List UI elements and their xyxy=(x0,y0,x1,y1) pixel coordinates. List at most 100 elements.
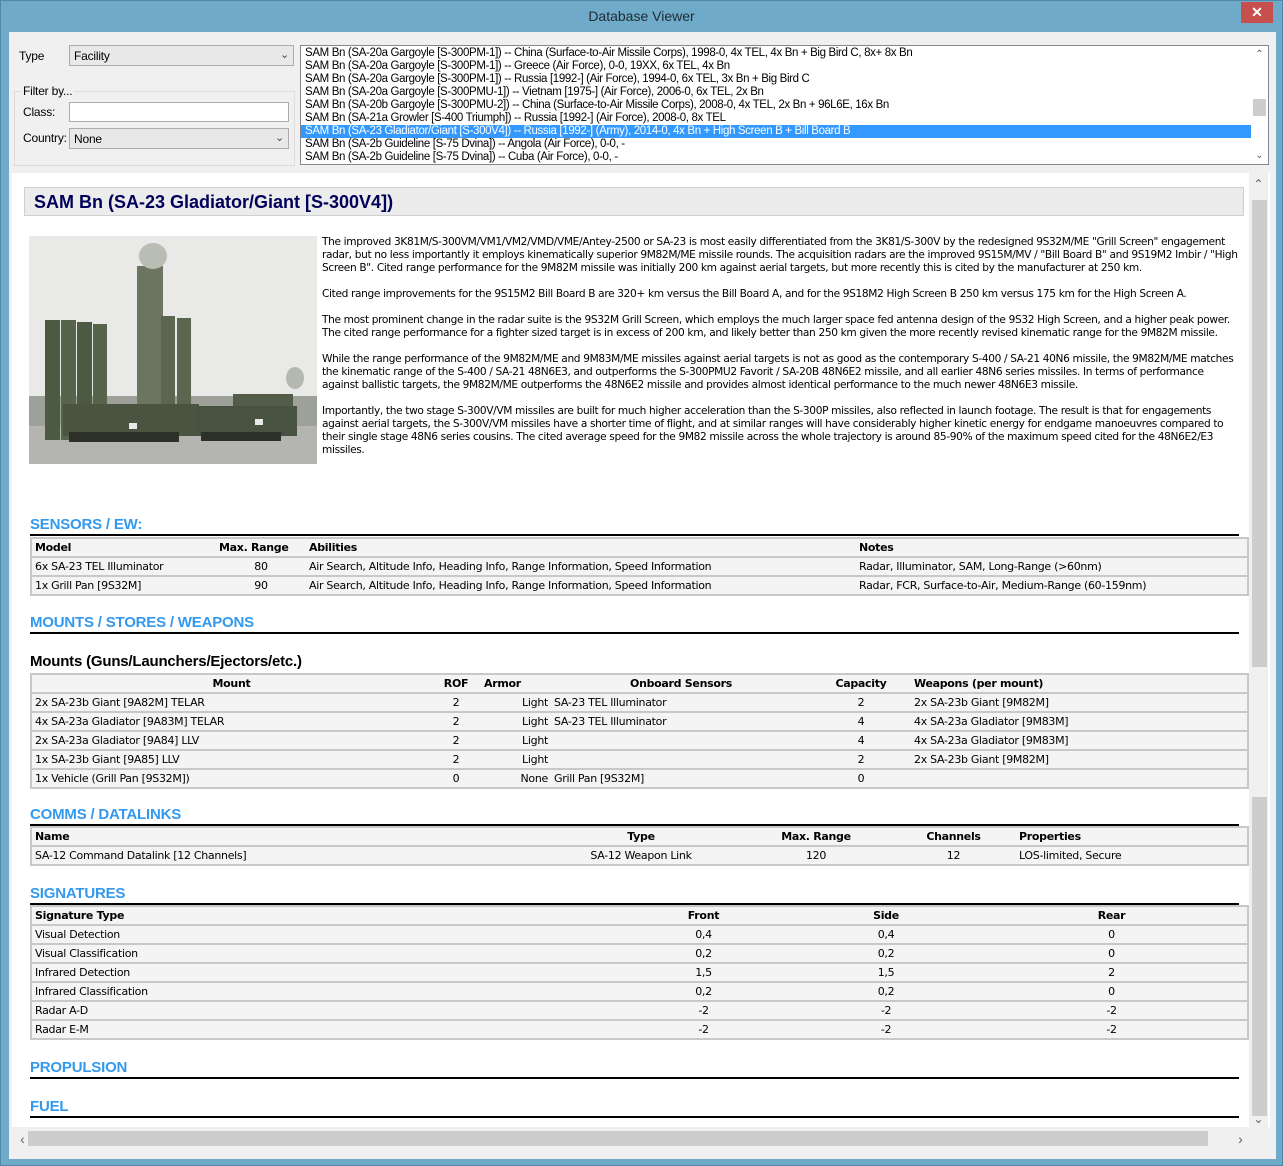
table-cell: 12 xyxy=(891,846,1016,865)
results-listbox[interactable]: SAM Bn (SA-20a Gargoyle [S-300PM-1]) -- … xyxy=(300,45,1269,165)
table-cell: 2 xyxy=(431,731,481,751)
table-cell: 1,5 xyxy=(611,963,796,983)
scroll-thumb[interactable] xyxy=(28,1131,1208,1146)
column-header: Name xyxy=(31,827,541,847)
result-list-item[interactable]: SAM Bn (SA-20a Gargoyle [S-300PM-1]) -- … xyxy=(301,73,1251,86)
table-cell: 4x SA-23a Gladiator [9A83M] TELAR xyxy=(31,712,431,732)
table-cell: Light xyxy=(481,693,551,713)
scroll-track-segment[interactable] xyxy=(1252,797,1267,1116)
table-cell: Grill Pan [9S32M] xyxy=(551,769,811,788)
country-label: Country: xyxy=(23,131,67,145)
column-header: Side xyxy=(796,906,976,926)
database-viewer-window: Database Viewer ✕ Type Facility ⌄ Filter… xyxy=(0,0,1283,1166)
scroll-right-icon[interactable]: › xyxy=(1232,1129,1249,1148)
table-cell: Visual Detection xyxy=(31,925,611,945)
table-cell: 1x SA-23b Giant [9A85] LLV xyxy=(31,750,431,770)
scroll-thumb[interactable] xyxy=(1253,99,1266,116)
table-cell xyxy=(911,769,1248,788)
result-list-item[interactable]: SAM Bn (SA-2b Guideline [S-75 Dvina]) --… xyxy=(301,138,1251,151)
result-list-item[interactable]: SAM Bn (SA-23 Gladiator/Giant [S-300V4])… xyxy=(301,125,1251,138)
table-cell: 1,5 xyxy=(796,963,976,983)
column-header: Model xyxy=(31,538,216,558)
table-cell: Radar, FCR, Surface-to-Air, Medium-Range… xyxy=(856,576,1248,595)
country-select[interactable]: None ⌄ xyxy=(69,128,289,149)
table-cell: LOS-limited, Secure xyxy=(1016,846,1248,865)
result-list-item[interactable]: SAM Bn (SA-20a Gargoyle [S-300PMU-1]) --… xyxy=(301,86,1251,99)
results-list: SAM Bn (SA-20a Gargoyle [S-300PM-1]) -- … xyxy=(301,46,1268,164)
type-select[interactable]: Facility ⌄ xyxy=(69,45,294,66)
result-list-item[interactable]: SAM Bn (SA-21a Growler [S-400 Triumph]) … xyxy=(301,112,1251,125)
table-cell: -2 xyxy=(611,1001,796,1021)
column-header: Armor xyxy=(481,674,551,694)
table-cell: 0,4 xyxy=(796,925,976,945)
column-header: Rear xyxy=(976,906,1248,926)
comms-heading: COMMS / DATALINKS xyxy=(30,806,1239,826)
table-cell: 0,2 xyxy=(796,944,976,964)
detail-pane: SAM Bn (SA-23 Gladiator/Giant [S-300V4]) xyxy=(12,173,1270,1127)
result-list-item[interactable]: SAM Bn (SA-20a Gargoyle [S-300PM-1]) -- … xyxy=(301,60,1251,73)
propulsion-heading: PROPULSION xyxy=(30,1059,1239,1079)
column-header: Max. Range xyxy=(216,538,306,558)
type-select-value: Facility xyxy=(74,49,110,63)
table-cell: 2 xyxy=(431,750,481,770)
window-title: Database Viewer xyxy=(588,8,695,24)
table-cell: SA-12 Weapon Link xyxy=(541,846,741,865)
results-scrollbar[interactable]: ⌃ ⌄ xyxy=(1251,46,1268,164)
chevron-down-icon: ⌄ xyxy=(279,49,289,61)
title-bar[interactable]: Database Viewer ✕ xyxy=(1,1,1282,33)
table-cell: Visual Classification xyxy=(31,944,611,964)
table-cell: 0 xyxy=(976,982,1248,1002)
chevron-down-icon: ⌄ xyxy=(274,132,284,144)
table-cell: -2 xyxy=(796,1020,976,1039)
detail-horizontal-scrollbar[interactable]: ‹ › xyxy=(12,1129,1249,1148)
table-cell: SA-12 Command Datalink [12 Channels] xyxy=(31,846,541,865)
table-cell: 2 xyxy=(431,693,481,713)
table-row: 1x Grill Pan [9S32M] 90 Air Search, Altitu… xyxy=(31,576,1248,595)
result-list-item[interactable]: SAM Bn (SA-20a Gargoyle [S-300PM-1]) -- … xyxy=(301,47,1251,60)
table-cell: Infrared Classification xyxy=(31,982,611,1002)
table-cell: 0,2 xyxy=(796,982,976,1002)
table-row: Visual Detection 0,4 0,4 0 xyxy=(31,925,1248,945)
table-cell: 0,2 xyxy=(611,944,796,964)
table-cell: -2 xyxy=(796,1001,976,1021)
table-cell: None xyxy=(481,769,551,788)
comms-table: Name Type Max. Range Channels Properties SA-… xyxy=(30,826,1249,866)
table-cell: 2x SA-23b Giant [9M82M] xyxy=(911,750,1248,770)
column-header: Notes xyxy=(856,538,1248,558)
sensors-heading: SENSORS / EW: xyxy=(30,516,1239,536)
table-cell: 6x SA-23 TEL Illuminator xyxy=(31,557,216,577)
table-cell: 2x SA-23a Gladiator [9A84] LLV xyxy=(31,731,431,751)
scroll-up-icon[interactable]: ⌃ xyxy=(1251,46,1268,63)
scroll-thumb[interactable] xyxy=(1252,200,1267,667)
close-button[interactable]: ✕ xyxy=(1241,2,1273,23)
table-cell: 2 xyxy=(811,750,911,770)
table-cell: 0 xyxy=(811,769,911,788)
fuel-heading: FUEL xyxy=(30,1098,1239,1118)
scroll-down-icon[interactable]: ⌄ xyxy=(1249,1110,1268,1127)
column-header: Max. Range xyxy=(741,827,891,847)
column-header: Abilities xyxy=(306,538,856,558)
filter-group-title: Filter by... xyxy=(21,84,75,98)
result-list-item[interactable]: SAM Bn (SA-2b Guideline [S-75 Dvina]) --… xyxy=(301,151,1251,164)
table-cell: 0 xyxy=(976,925,1248,945)
table-cell: 4x SA-23a Gladiator [9M83M] xyxy=(911,712,1248,732)
table-row: 2x SA-23a Gladiator [9A84] LLV 2 Light 4 4x … xyxy=(31,731,1248,751)
scroll-up-icon[interactable]: ⌃ xyxy=(1249,175,1268,192)
table-cell: Air Search, Altitude Info, Heading Info,… xyxy=(306,576,856,595)
result-list-item[interactable]: SAM Bn (SA-20b Gargoyle [S-300PMU-2]) --… xyxy=(301,99,1251,112)
table-row: Radar E-M -2 -2 -2 xyxy=(31,1020,1248,1039)
table-row: SA-12 Command Datalink [12 Channels] SA-1… xyxy=(31,846,1248,865)
detail-title-bar: SAM Bn (SA-23 Gladiator/Giant [S-300V4]) xyxy=(24,187,1244,216)
table-cell: 0,4 xyxy=(611,925,796,945)
table-cell: Radar A-D xyxy=(31,1001,611,1021)
scroll-down-icon[interactable]: ⌄ xyxy=(1251,147,1268,164)
table-row: Infrared Detection 1,5 1,5 2 xyxy=(31,963,1248,983)
mounts-table: Mount ROF Armor Onboard Sensors Capacity Weap… xyxy=(30,673,1249,789)
table-cell: 90 xyxy=(216,576,306,595)
mounts-subheading: Mounts (Guns/Launchers/Ejectors/etc.) xyxy=(30,653,302,670)
class-input[interactable] xyxy=(69,102,289,122)
table-row: 6x SA-23 TEL Illuminator 80 Air Search, Al… xyxy=(31,557,1248,577)
table-cell: 0 xyxy=(976,944,1248,964)
column-header: ROF xyxy=(431,674,481,694)
detail-vertical-scrollbar[interactable]: ⌃ ⌄ xyxy=(1249,173,1268,1127)
